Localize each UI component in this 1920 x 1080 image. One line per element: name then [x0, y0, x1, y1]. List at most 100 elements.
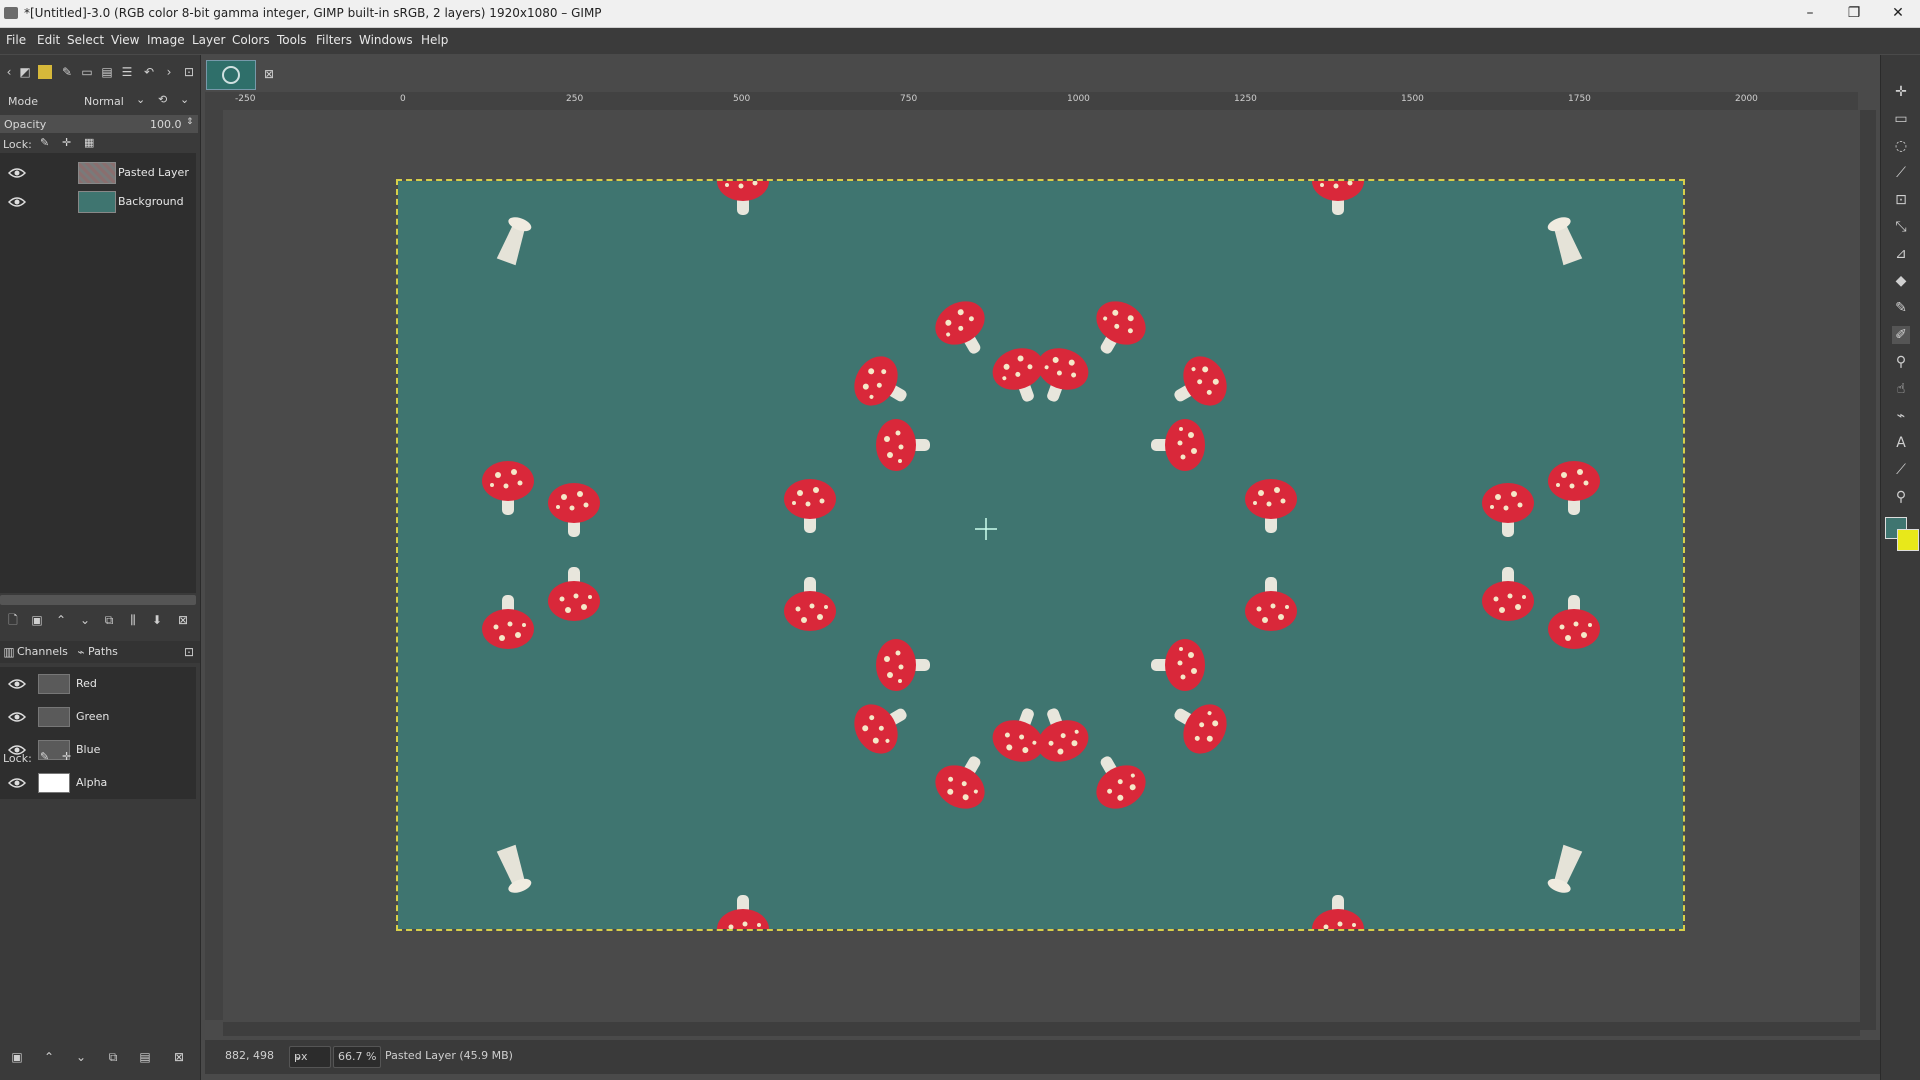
chevron-right-icon[interactable]: ›	[162, 65, 176, 79]
layer-row[interactable]: Background	[0, 188, 196, 216]
layers-scrollbar[interactable]	[0, 595, 196, 605]
close-button[interactable]: ✕	[1876, 0, 1920, 27]
undo-tab-icon[interactable]: ↶	[142, 65, 156, 79]
eye-icon[interactable]	[8, 711, 26, 723]
eye-icon[interactable]	[8, 678, 26, 690]
crop-tool-icon[interactable]: ⊡	[1892, 191, 1910, 209]
menu-select[interactable]: Select	[67, 33, 104, 47]
color-picker-tool-icon[interactable]: ⟋	[1892, 461, 1910, 479]
paths-tab-icon[interactable]: ⌁	[74, 645, 88, 659]
tool-options-tab-icon[interactable]: ◩	[18, 65, 32, 79]
lock-position-icon[interactable]: ✛	[62, 136, 71, 149]
anchor-layer-icon[interactable]: ⫼	[126, 613, 140, 627]
move-tool-icon[interactable]: ✛	[1892, 83, 1910, 101]
opacity-slider[interactable]: Opacity 100.0 ⇕	[0, 115, 198, 133]
new-channel-icon[interactable]: ▣	[10, 1050, 24, 1064]
delete-layer-icon[interactable]: ⊠	[176, 613, 190, 627]
lock-pixels-icon[interactable]: ✎	[40, 136, 49, 149]
layers-tab-icon[interactable]: ☰	[120, 65, 134, 79]
lock-position-icon[interactable]: ✛	[62, 750, 71, 763]
new-layer-icon[interactable]: ▣	[30, 613, 44, 627]
layer-name[interactable]: Pasted Layer	[118, 166, 189, 179]
device-status-tab-icon[interactable]	[38, 65, 52, 79]
channel-row[interactable]: Alpha	[0, 768, 196, 798]
clone-tool-icon[interactable]: ⚲	[1892, 353, 1910, 371]
raise-channel-icon[interactable]: ⌃	[42, 1050, 56, 1064]
menu-layer[interactable]: Layer	[192, 33, 225, 47]
menu-view[interactable]: View	[111, 33, 139, 47]
menu-help[interactable]: Help	[421, 33, 448, 47]
duplicate-layer-icon[interactable]: ⧉	[102, 613, 116, 627]
bucket-fill-tool-icon[interactable]: ◆	[1892, 272, 1910, 290]
dock-menu-icon[interactable]: ⊡	[182, 645, 196, 659]
layer-name[interactable]: Background	[118, 195, 184, 208]
paths-tool-icon[interactable]: ⌁	[1892, 407, 1910, 425]
eye-icon[interactable]	[8, 167, 26, 179]
close-tab-icon[interactable]: ⊠	[262, 67, 276, 81]
chevron-down-icon[interactable]: ⌄	[180, 93, 189, 106]
channel-name[interactable]: Red	[76, 677, 97, 690]
smudge-tool-icon[interactable]: ☝	[1892, 380, 1910, 398]
unit-select[interactable]: px ⌄	[289, 1046, 331, 1068]
chevron-left-icon[interactable]: ‹	[2, 65, 16, 79]
eraser-tool-icon[interactable]: ✐	[1892, 326, 1910, 344]
menu-colors[interactable]: Colors	[232, 33, 270, 47]
document-history-tab-icon[interactable]: ▤	[100, 65, 114, 79]
lock-pixels-icon[interactable]: ✎	[40, 750, 49, 763]
rect-select-tool-icon[interactable]: ▭	[1892, 110, 1910, 128]
eye-icon[interactable]	[8, 196, 26, 208]
tab-channels[interactable]: Channels	[17, 645, 68, 658]
layer-thumbnail	[78, 191, 116, 213]
ruler-label: -250	[235, 94, 256, 104]
images-tab-icon[interactable]: ▭	[80, 65, 94, 79]
lasso-tool-icon[interactable]: ◌	[1892, 137, 1910, 155]
vertical-scrollbar[interactable]	[1860, 110, 1876, 1030]
image-canvas[interactable]	[396, 179, 1685, 931]
tab-paths[interactable]: Paths	[88, 645, 118, 658]
menu-file[interactable]: File	[6, 33, 26, 47]
fuzzy-select-tool-icon[interactable]: ⟋	[1892, 164, 1910, 182]
menu-edit[interactable]: Edit	[37, 33, 60, 47]
brushes-tab-icon[interactable]: ✎	[60, 65, 74, 79]
toolbox: ✛ ▭ ◌ ⟋ ⊡ ⤡ ⊿ ◆ ✎ ✐ ⚲ ☝ ⌁ A ⟋ ⚲	[1880, 55, 1920, 1080]
zoom-tool-icon[interactable]: ⚲	[1892, 488, 1910, 506]
lower-layer-icon[interactable]: ⌄	[78, 613, 92, 627]
image-tab[interactable]	[206, 60, 256, 90]
spin-arrows-icon[interactable]: ⇕	[186, 117, 194, 127]
horizontal-scrollbar[interactable]	[223, 1022, 1860, 1036]
minimize-button[interactable]: –	[1788, 0, 1832, 27]
layer-row[interactable]: Pasted Layer	[0, 159, 196, 187]
lock-alpha-icon[interactable]: ▦	[84, 136, 94, 149]
mode-select[interactable]: Normal	[84, 95, 124, 108]
channel-name[interactable]: Alpha	[76, 776, 107, 789]
eye-icon[interactable]	[8, 777, 26, 789]
lock-row: Lock: ✎ ✛ ▦	[0, 135, 198, 153]
text-tool-icon[interactable]: A	[1892, 434, 1910, 452]
chevron-down-icon[interactable]: ⌄	[136, 93, 145, 106]
dock-menu-icon[interactable]: ⊡	[182, 65, 196, 79]
window-title: *[Untitled]-3.0 (RGB color 8-bit gamma i…	[24, 6, 602, 20]
menu-tools[interactable]: Tools	[277, 33, 307, 47]
menu-image[interactable]: Image	[147, 33, 185, 47]
opacity-value[interactable]: 100.0	[150, 118, 182, 131]
merge-layer-icon[interactable]: ⬇	[150, 613, 164, 627]
channel-row[interactable]: Red	[0, 669, 196, 699]
unified-transform-tool-icon[interactable]: ⤡	[1892, 218, 1910, 236]
channel-row[interactable]: Green	[0, 702, 196, 732]
channels-tab-icon[interactable]: ▥	[2, 645, 16, 659]
lower-channel-icon[interactable]: ⌄	[74, 1050, 88, 1064]
channel-to-selection-icon[interactable]: ▤	[138, 1050, 152, 1064]
menu-windows[interactable]: Windows	[359, 33, 413, 47]
duplicate-channel-icon[interactable]: ⧉	[106, 1050, 120, 1064]
new-layer-group-icon[interactable]: 🗋	[6, 613, 20, 627]
background-color-swatch[interactable]	[1897, 529, 1919, 551]
delete-channel-icon[interactable]: ⊠	[172, 1050, 186, 1064]
raise-layer-icon[interactable]: ⌃	[54, 613, 68, 627]
zoom-select[interactable]: 66.7 %	[333, 1046, 381, 1068]
menu-filters[interactable]: Filters	[316, 33, 352, 47]
channel-name[interactable]: Green	[76, 710, 109, 723]
warp-tool-icon[interactable]: ⊿	[1892, 245, 1910, 263]
composite-mode-icon[interactable]: ⟲	[158, 93, 167, 106]
paintbrush-tool-icon[interactable]: ✎	[1892, 299, 1910, 317]
maximize-button[interactable]: ❐	[1832, 0, 1876, 27]
